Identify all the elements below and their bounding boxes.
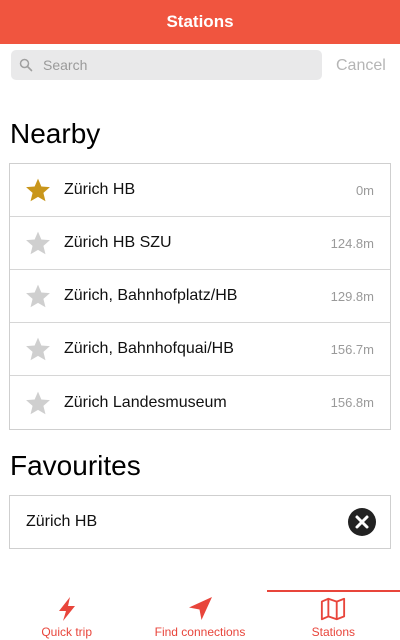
cancel-button[interactable]: Cancel: [336, 57, 386, 75]
favourites-heading: Favourites: [10, 450, 141, 481]
nearby-list: Zürich HB 0m Zürich HB SZU 124.8m Zürich…: [9, 163, 391, 430]
station-row[interactable]: Zürich, Bahnhofquai/HB 156.7m: [10, 323, 390, 376]
station-name: Zürich Landesmuseum: [64, 393, 227, 411]
station-row[interactable]: Zürich, Bahnhofplatz/HB 129.8m: [10, 270, 390, 323]
search-icon: [19, 58, 33, 72]
station-name: Zürich HB: [64, 181, 136, 198]
station-name: Zürich, Bahnhofplatz/HB: [64, 287, 238, 304]
station-row[interactable]: Zürich HB SZU 124.8m: [10, 217, 390, 270]
app-header: Stations: [0, 0, 400, 44]
station-name: Zürich HB SZU: [64, 234, 172, 251]
station-row[interactable]: Zürich HB 0m: [10, 164, 390, 217]
station-row[interactable]: Zürich Landesmuseum 156.8m: [10, 376, 390, 429]
star-icon[interactable]: [25, 230, 51, 256]
search-field[interactable]: [11, 50, 322, 80]
station-distance: 129.8m: [330, 288, 374, 304]
favourite-name: Zürich HB: [26, 513, 98, 530]
tab-find-connections[interactable]: Find connections: [133, 590, 266, 640]
favourites-list: Zürich HB: [9, 495, 391, 549]
page-title: Stations: [166, 12, 234, 31]
star-icon[interactable]: [25, 336, 51, 362]
station-distance: 156.7m: [330, 341, 374, 357]
star-icon[interactable]: [25, 283, 51, 309]
station-distance: 0m: [355, 182, 374, 198]
favourite-row[interactable]: Zürich HB: [10, 496, 390, 548]
tab-bar: Quick trip Find connections Stations: [0, 590, 400, 640]
star-icon[interactable]: [25, 390, 51, 416]
tab-label: Quick trip: [41, 625, 92, 639]
search-input[interactable]: [43, 51, 293, 79]
map-icon: [320, 596, 346, 622]
station-name: Zürich, Bahnhofquai/HB: [64, 340, 234, 357]
nearby-heading: Nearby: [10, 118, 101, 149]
star-icon[interactable]: [25, 177, 51, 203]
tab-stations[interactable]: Stations: [266, 590, 400, 640]
lightning-icon: [54, 596, 80, 622]
tab-quick-trip[interactable]: Quick trip: [0, 590, 133, 640]
station-distance: 156.8m: [330, 395, 374, 410]
station-distance: 124.8m: [330, 235, 374, 251]
tab-label: Find connections: [154, 625, 246, 639]
remove-favourite-button[interactable]: [348, 508, 376, 536]
search-bar: Cancel: [0, 44, 400, 90]
location-arrow-icon: [187, 596, 213, 622]
close-circle-icon: [348, 508, 376, 536]
tab-label: Stations: [311, 625, 355, 639]
